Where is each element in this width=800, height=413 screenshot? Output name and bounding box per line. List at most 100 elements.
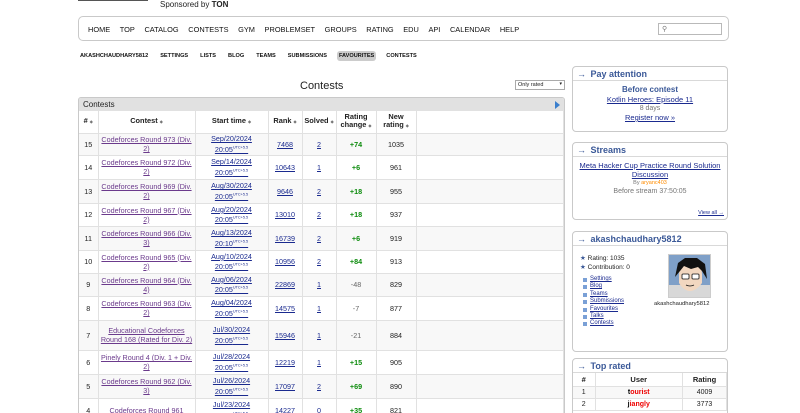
- rank-link[interactable]: 17097: [275, 382, 295, 391]
- solved-link[interactable]: 1: [317, 304, 321, 313]
- menu-item-contests[interactable]: CONTESTS: [188, 25, 228, 34]
- menu-item-catalog[interactable]: CATALOG: [144, 25, 178, 34]
- rank-link[interactable]: 12219: [275, 358, 295, 367]
- sort-icon[interactable]: ◆: [160, 119, 163, 124]
- sort-icon[interactable]: ◆: [368, 123, 371, 128]
- rank-link[interactable]: 10956: [275, 257, 295, 266]
- solved-link[interactable]: 2: [317, 187, 321, 196]
- sort-icon[interactable]: ◆: [331, 119, 334, 124]
- solved-link[interactable]: 2: [317, 210, 321, 219]
- menu-item-problemset[interactable]: PROBLEMSET: [265, 25, 316, 34]
- sort-icon[interactable]: ◆: [406, 123, 409, 128]
- column-header[interactable]: Start time ◆: [195, 111, 269, 134]
- solved-link[interactable]: 1: [317, 331, 321, 340]
- contest-link[interactable]: Codeforces Round 969 (Div. 2): [101, 182, 191, 200]
- contest-link[interactable]: Codeforces Round 964 (Div. 4): [101, 276, 191, 294]
- profile-link-favourites[interactable]: Favourites: [582, 306, 624, 313]
- sponsor-name[interactable]: TON: [212, 0, 229, 9]
- contest-link[interactable]: Codeforces Round 973 (Div. 2): [101, 135, 191, 153]
- rank-link[interactable]: 16739: [275, 234, 295, 243]
- rank-link[interactable]: 22869: [275, 280, 295, 289]
- start-time-link[interactable]: Aug/06/2024 20:05UTC+5.5: [211, 275, 252, 294]
- register-link[interactable]: Register now »: [573, 113, 727, 122]
- solved-link[interactable]: 1: [317, 163, 321, 172]
- user-link[interactable]: tourist: [628, 389, 650, 396]
- start-time-link[interactable]: Sep/20/2024 20:05UTC+5.5: [211, 134, 252, 153]
- subnav-item-lists[interactable]: LISTS: [198, 51, 218, 61]
- profile-link-teams[interactable]: Teams: [582, 291, 624, 298]
- rank-link[interactable]: 14575: [275, 304, 295, 313]
- menu-item-api[interactable]: API: [428, 25, 440, 34]
- stream-link[interactable]: Meta Hacker Cup Practice Round Solution …: [573, 161, 727, 179]
- subnav-item-blog[interactable]: BLOG: [226, 51, 246, 61]
- start-time-link[interactable]: Jul/23/202420:05UTC+5.5: [213, 400, 250, 413]
- column-header[interactable]: Solved ◆: [302, 111, 337, 134]
- start-time-link[interactable]: Aug/13/2024 20:10UTC+5.5: [211, 228, 252, 247]
- contest-link[interactable]: Codeforces Round 963 (Div. 2): [101, 299, 191, 317]
- column-header[interactable]: # ◆: [79, 111, 99, 134]
- solved-link[interactable]: 2: [317, 382, 321, 391]
- avatar[interactable]: [668, 254, 711, 298]
- stream-author-link[interactable]: aryanc403: [641, 180, 667, 186]
- contest-link[interactable]: Educational Codeforces Round 168 (Rated …: [101, 326, 192, 344]
- rank-link[interactable]: 7468: [277, 140, 293, 149]
- subnav-item-favourites[interactable]: FAVOURITES: [336, 51, 377, 61]
- profile-link-contests[interactable]: Contests: [582, 320, 624, 327]
- menu-item-edu[interactable]: EDU: [403, 25, 419, 34]
- menu-item-calendar[interactable]: CALENDAR: [450, 25, 490, 34]
- view-all-link[interactable]: View all →: [698, 210, 724, 216]
- column-header[interactable]: New rating ◆: [376, 111, 417, 134]
- start-time-link[interactable]: Aug/04/2024 20:05UTC+5.5: [211, 298, 252, 317]
- column-header[interactable]: Rank ◆: [268, 111, 303, 134]
- menu-item-groups[interactable]: GROUPS: [325, 25, 357, 34]
- solved-link[interactable]: 1: [317, 280, 321, 289]
- sort-icon[interactable]: ◆: [90, 119, 93, 124]
- search-input[interactable]: ⚲: [658, 23, 722, 35]
- start-time-link[interactable]: Jul/28/2024 20:05UTC+5.5: [213, 352, 250, 371]
- menu-item-top[interactable]: TOP: [120, 25, 135, 34]
- profile-link-submissions[interactable]: Submissions: [582, 298, 624, 305]
- solved-link[interactable]: 2: [317, 140, 321, 149]
- subnav-item-teams[interactable]: TEAMS: [254, 51, 278, 61]
- contest-link[interactable]: Codeforces Round 967 (Div. 2): [101, 206, 191, 224]
- rated-filter-select[interactable]: Only rated ▾: [515, 80, 565, 90]
- solved-link[interactable]: 2: [317, 234, 321, 243]
- menu-item-rating[interactable]: RATING: [366, 25, 393, 34]
- rank-link[interactable]: 9646: [277, 187, 293, 196]
- rank-link[interactable]: 14227: [275, 406, 295, 413]
- solved-link[interactable]: 0: [317, 406, 321, 413]
- column-header[interactable]: Rating change ◆: [336, 111, 377, 134]
- subnav-item-submissions[interactable]: SUBMISSIONS: [286, 51, 329, 61]
- contest-link[interactable]: Codeforces Round 962 (Div. 3): [101, 377, 191, 395]
- start-time-link[interactable]: Aug/30/2024 20:05UTC+5.5: [211, 181, 252, 200]
- start-time-link[interactable]: Jul/26/2024 20:05UTC+5.5: [213, 376, 250, 395]
- menu-item-home[interactable]: HOME: [88, 25, 110, 34]
- menu-item-help[interactable]: HELP: [500, 25, 519, 34]
- menu-item-gym[interactable]: GYM: [238, 25, 255, 34]
- user-link[interactable]: jiangly: [628, 401, 650, 408]
- subnav-item-contests[interactable]: CONTESTS: [384, 51, 418, 61]
- start-time-link[interactable]: Aug/20/2024 20:05UTC+5.5: [211, 205, 252, 224]
- contest-link[interactable]: Codeforces Round 961: [110, 406, 184, 413]
- subnav-item-akashchaudhary5812[interactable]: AKASHCHAUDHARY5812: [78, 51, 150, 61]
- contest-link[interactable]: Pinely Round 4 (Div. 1 + Div. 2): [101, 353, 192, 371]
- profile-link-talks[interactable]: Talks: [582, 313, 624, 320]
- sort-icon[interactable]: ◆: [294, 119, 297, 124]
- start-time-link[interactable]: Aug/10/2024 20:05UTC+5.5: [211, 252, 252, 271]
- profile-link-settings[interactable]: Settings: [582, 276, 624, 283]
- sort-icon[interactable]: ◆: [248, 119, 251, 124]
- rank-link[interactable]: 10643: [275, 163, 295, 172]
- contest-link[interactable]: Codeforces Round 965 (Div. 2): [101, 253, 191, 271]
- profile-title[interactable]: akashchaudhary5812: [591, 234, 682, 244]
- start-time-link[interactable]: Jul/30/2024 20:05UTC+5.5: [213, 325, 250, 344]
- solved-link[interactable]: 2: [317, 257, 321, 266]
- subnav-item-settings[interactable]: SETTINGS: [158, 51, 190, 61]
- contest-link[interactable]: Codeforces Round 972 (Div. 2): [101, 158, 191, 176]
- rank-link[interactable]: 13010: [275, 210, 295, 219]
- column-header[interactable]: Contest ◆: [98, 111, 196, 134]
- rank-link[interactable]: 15946: [275, 331, 295, 340]
- upcoming-contest-link[interactable]: Kotlin Heroes: Episode 11: [573, 95, 727, 104]
- solved-link[interactable]: 1: [317, 358, 321, 367]
- start-time-link[interactable]: Sep/14/2024 20:05UTC+5.5: [211, 157, 252, 176]
- expand-arrow-icon[interactable]: [555, 101, 560, 109]
